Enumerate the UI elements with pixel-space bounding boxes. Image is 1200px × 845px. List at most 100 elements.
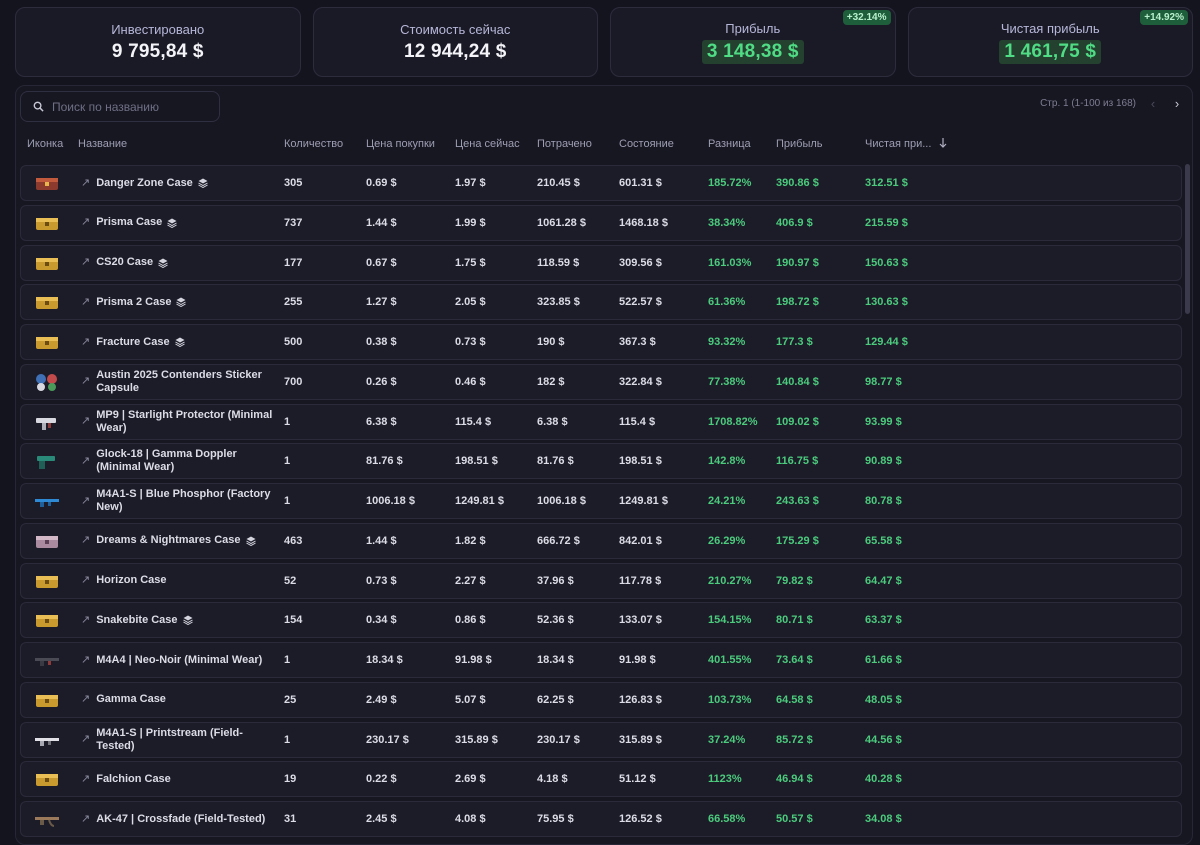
table-row[interactable]: ↗ Danger Zone Case 305 0.69 $ 1.97 $ 210.45 $… xyxy=(20,165,1182,201)
item-name-cell[interactable]: ↗ AK-47 | Crossfade (Field-Tested) xyxy=(81,802,276,836)
current-price-cell: 115.4 $ xyxy=(455,415,492,428)
table-row[interactable]: ↗ AK-47 | Crossfade (Field-Tested) 31 2.45 … xyxy=(20,801,1182,837)
difference-cell: 401.55% xyxy=(708,654,752,666)
item-name: M4A1-S | Blue Phosphor (Factory New) xyxy=(96,488,271,513)
quantity-cell: 19 xyxy=(284,773,297,786)
table-row[interactable]: ↗ Glock-18 | Gamma Doppler (Minimal Wear)… xyxy=(20,443,1182,480)
prev-page-icon[interactable]: ‹ xyxy=(1146,96,1160,111)
smg-icon xyxy=(29,405,65,439)
difference-cell: 77.38% xyxy=(708,375,746,388)
external-link-icon[interactable]: ↗ xyxy=(81,256,90,269)
table-row[interactable]: ↗ CS20 Case 177 0.67 $ 1.75 $ 118.59 $ 309.56 … xyxy=(20,244,1182,281)
column-net-profit[interactable]: Чистая при... xyxy=(865,138,931,150)
profit-cell: 198.72 $ xyxy=(776,296,819,309)
external-link-icon[interactable]: ↗ xyxy=(81,654,90,667)
external-link-icon[interactable]: ↗ xyxy=(81,455,90,468)
column-spent[interactable]: Потрачено xyxy=(537,138,592,150)
spent-cell: 323.85 $ xyxy=(537,296,580,309)
column-icon[interactable]: Иконка xyxy=(27,138,63,150)
item-name-cell[interactable]: ↗ Horizon Case xyxy=(81,564,276,598)
item-name-cell[interactable]: ↗ M4A4 | Neo-Noir (Minimal Wear) xyxy=(81,643,276,677)
spent-cell: 182 $ xyxy=(537,375,565,388)
profit-cell: 406.9 $ xyxy=(776,216,813,229)
item-name-cell[interactable]: ↗ Dreams & Nightmares Case xyxy=(81,524,276,558)
stack-icon xyxy=(176,297,187,308)
search-box[interactable] xyxy=(20,91,220,122)
spent-cell: 4.18 $ xyxy=(537,773,568,786)
quantity-cell: 1 xyxy=(284,495,291,507)
item-name-cell[interactable]: ↗ MP9 | Starlight Protector (Minimal Wear… xyxy=(81,405,276,439)
external-link-icon[interactable]: ↗ xyxy=(81,534,90,547)
pistol-icon xyxy=(29,444,65,478)
external-link-icon[interactable]: ↗ xyxy=(81,693,90,706)
table-row[interactable]: ↗ Austin 2025 Contenders Sticker Capsule 7… xyxy=(20,363,1182,400)
table-row[interactable]: ↗ M4A4 | Neo-Noir (Minimal Wear) 1 18.34 $ 9… xyxy=(20,642,1182,678)
sort-desc-icon[interactable] xyxy=(938,136,948,150)
next-page-icon[interactable]: › xyxy=(1170,96,1184,111)
difference-cell: 103.73% xyxy=(708,693,752,706)
item-name-cell[interactable]: ↗ Danger Zone Case xyxy=(81,166,276,200)
table-row[interactable]: ↗ MP9 | Starlight Protector (Minimal Wear… xyxy=(20,403,1182,440)
column-buy-price[interactable]: Цена покупки xyxy=(366,138,435,150)
external-link-icon[interactable]: ↗ xyxy=(81,574,90,587)
item-name-cell[interactable]: ↗ M4A1-S | Printstream (Field-Tested) xyxy=(81,723,276,757)
table-row[interactable]: ↗ Horizon Case 52 0.73 $ 2.27 $ 37.96 $ 117.78… xyxy=(20,562,1182,599)
search-input[interactable] xyxy=(52,99,202,114)
external-link-icon[interactable]: ↗ xyxy=(81,813,90,826)
difference-cell: 210.27% xyxy=(708,574,752,587)
external-link-icon[interactable]: ↗ xyxy=(81,375,90,388)
scrollbar[interactable] xyxy=(1185,164,1190,314)
current-price-cell: 1.99 $ xyxy=(455,216,486,229)
item-name-cell[interactable]: ↗ Fracture Case xyxy=(81,325,276,359)
external-link-icon[interactable]: ↗ xyxy=(81,336,90,349)
table-row[interactable]: ↗ M4A1-S | Printstream (Field-Tested) 1 230… xyxy=(20,721,1182,758)
table-row[interactable]: ↗ Fracture Case 500 0.38 $ 0.73 $ 190 $ 367.3 … xyxy=(20,324,1182,360)
stack-icon xyxy=(174,337,185,347)
item-name-cell[interactable]: ↗ Austin 2025 Contenders Sticker Capsule xyxy=(81,365,276,399)
case-gold-icon xyxy=(29,564,65,598)
column-value[interactable]: Состояние xyxy=(619,138,674,150)
column-current-price[interactable]: Цена сейчас xyxy=(455,138,520,150)
item-name-cell[interactable]: ↗ Gamma Case xyxy=(81,683,276,717)
column-name[interactable]: Название xyxy=(78,138,127,150)
case-pink-icon xyxy=(29,524,65,558)
item-name-cell[interactable]: ↗ Falchion Case xyxy=(81,762,276,796)
value-cell: 367.3 $ xyxy=(619,336,656,348)
external-link-icon[interactable]: ↗ xyxy=(81,415,90,428)
table-row[interactable]: ↗ Prisma Case 737 1.44 $ 1.99 $ 1061.28 $ 1468… xyxy=(20,204,1182,241)
buy-price-cell: 0.22 $ xyxy=(366,773,397,786)
external-link-icon[interactable]: ↗ xyxy=(81,614,90,627)
item-name-cell[interactable]: ↗ M4A1-S | Blue Phosphor (Factory New) xyxy=(81,484,276,518)
external-link-icon[interactable]: ↗ xyxy=(81,733,90,746)
external-link-icon[interactable]: ↗ xyxy=(81,296,90,309)
table-row[interactable]: ↗ Prisma 2 Case 255 1.27 $ 2.05 $ 323.85 $ 522… xyxy=(20,284,1182,321)
column-quantity[interactable]: Количество xyxy=(284,138,343,150)
item-name-cell[interactable]: ↗ CS20 Case xyxy=(81,246,276,280)
table-row[interactable]: ↗ M4A1-S | Blue Phosphor (Factory New) 1 10… xyxy=(20,483,1182,519)
net-profit-cell: 90.89 $ xyxy=(865,455,902,468)
item-name-cell[interactable]: ↗ Snakebite Case xyxy=(81,603,276,637)
quantity-cell: 25 xyxy=(284,693,297,706)
spent-cell: 118.59 $ xyxy=(537,256,580,269)
external-link-icon[interactable]: ↗ xyxy=(81,773,90,786)
item-name-cell[interactable]: ↗ Glock-18 | Gamma Doppler (Minimal Wear) xyxy=(81,444,276,478)
item-name: Horizon Case xyxy=(96,574,167,586)
value-cell: 133.07 $ xyxy=(619,614,662,627)
table-row[interactable]: ↗ Gamma Case 25 2.49 $ 5.07 $ 62.25 $ 126.83 $… xyxy=(20,681,1182,718)
external-link-icon[interactable]: ↗ xyxy=(81,216,90,229)
item-name-cell[interactable]: ↗ Prisma Case xyxy=(81,206,276,240)
column-profit[interactable]: Прибыль xyxy=(776,138,823,150)
current-price-cell: 0.86 $ xyxy=(455,614,486,627)
item-name-cell[interactable]: ↗ Prisma 2 Case xyxy=(81,285,276,319)
column-difference[interactable]: Разница xyxy=(708,138,751,150)
case-gold-icon xyxy=(29,246,65,280)
table-row[interactable]: ↗ Falchion Case 19 0.22 $ 2.69 $ 4.18 $ 51.12 … xyxy=(20,761,1182,798)
table-row[interactable]: ↗ Dreams & Nightmares Case 463 1.44 $ 1.82 $… xyxy=(20,522,1182,559)
external-link-icon[interactable]: ↗ xyxy=(81,495,90,508)
net-profit-cell: 64.47 $ xyxy=(865,574,902,587)
external-link-icon[interactable]: ↗ xyxy=(81,177,90,190)
buy-price-cell: 2.49 $ xyxy=(366,693,397,706)
table-row[interactable]: ↗ Snakebite Case 154 0.34 $ 0.86 $ 52.36 $ 133… xyxy=(20,602,1182,639)
card-label: Стоимость сейчас xyxy=(400,21,511,37)
spent-cell: 52.36 $ xyxy=(537,614,574,627)
